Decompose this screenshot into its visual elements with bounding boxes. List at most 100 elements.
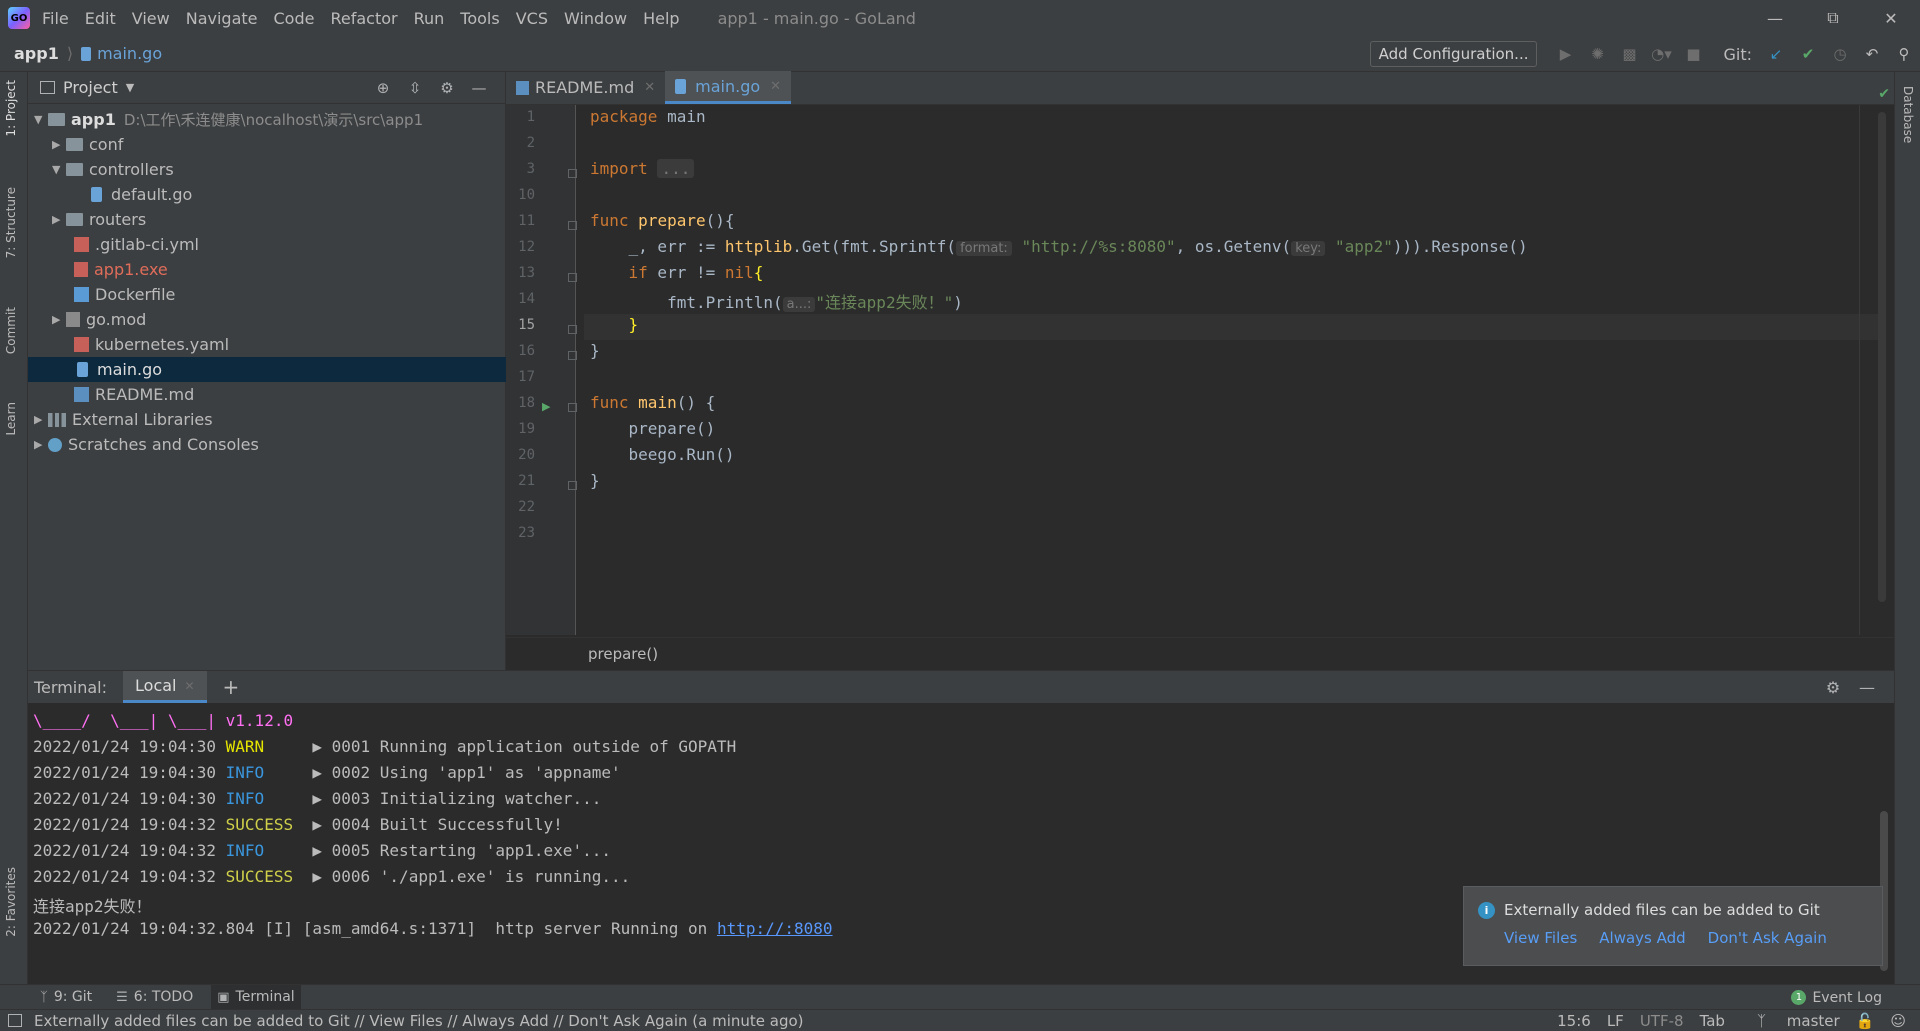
tree-item-external-libraries[interactable]: ▶ External Libraries xyxy=(28,407,506,432)
chevron-down-icon[interactable]: ▼ xyxy=(126,81,134,94)
fold-icon[interactable] xyxy=(568,273,577,282)
tree-item-gitlab-ci[interactable]: .gitlab-ci.yml xyxy=(28,232,506,257)
close-icon[interactable]: ✕ xyxy=(644,80,655,95)
menu-edit[interactable]: Edit xyxy=(85,9,116,28)
tree-item-main-go[interactable]: main.go xyxy=(28,357,506,382)
tab-readme[interactable]: README.md ✕ xyxy=(506,71,665,104)
code-area[interactable]: package main import ... func prepare(){ … xyxy=(584,105,1884,635)
fold-icon[interactable] xyxy=(568,351,577,360)
code-line-1: package main xyxy=(590,107,706,126)
chevron-right-icon[interactable]: ▶ xyxy=(34,413,48,426)
menu-run[interactable]: Run xyxy=(414,9,445,28)
new-terminal-icon[interactable]: + xyxy=(223,675,240,699)
chevron-right-icon[interactable]: ▶ xyxy=(52,313,66,326)
run-icon[interactable]: ▶ xyxy=(1549,45,1581,63)
add-configuration-button[interactable]: Add Configuration... xyxy=(1369,41,1538,67)
menu-vcs[interactable]: VCS xyxy=(516,9,548,28)
chevron-right-icon[interactable]: ▶ xyxy=(52,138,66,151)
menu-navigate[interactable]: Navigate xyxy=(186,9,258,28)
stop-icon[interactable]: ■ xyxy=(1677,45,1709,63)
git-rollback-icon[interactable]: ↶ xyxy=(1856,45,1888,63)
menu-view[interactable]: View xyxy=(132,9,170,28)
tree-item-app1-exe[interactable]: app1.exe xyxy=(28,257,506,282)
minimize-icon[interactable]: — xyxy=(1746,0,1804,36)
tree-item-app1[interactable]: ▼ app1 D:\工作\禾连健康\nocalhost\演示\src\app1 xyxy=(28,107,506,132)
line-separator[interactable]: LF xyxy=(1607,1012,1624,1030)
collapse-all-icon[interactable]: ⇳ xyxy=(399,79,431,97)
chevron-right-icon[interactable]: ▶ xyxy=(34,438,48,451)
chevron-right-icon[interactable]: ▶ xyxy=(52,213,66,226)
tree-item-readme[interactable]: README.md xyxy=(28,382,506,407)
menu-code[interactable]: Code xyxy=(274,9,315,28)
tree-item-go-mod[interactable]: ▶ go.mod xyxy=(28,307,506,332)
hide-icon[interactable]: — xyxy=(1850,678,1884,697)
menu-file[interactable]: File xyxy=(42,9,69,28)
toggle-tool-windows-icon[interactable] xyxy=(8,1014,22,1027)
tree-item-scratches[interactable]: ▶ Scratches and Consoles xyxy=(28,432,506,457)
search-everywhere-icon[interactable]: ⚲ xyxy=(1888,45,1920,63)
menu-help[interactable]: Help xyxy=(643,9,679,28)
tree-item-conf[interactable]: ▶ conf xyxy=(28,132,506,157)
fold-icon[interactable] xyxy=(568,403,577,412)
terminal-tab-local[interactable]: Local ✕ xyxy=(123,671,207,703)
code-breadcrumb[interactable]: prepare() xyxy=(588,645,658,663)
caret-position[interactable]: 15:6 xyxy=(1557,1012,1591,1030)
profile-icon[interactable]: ◔▾ xyxy=(1645,45,1677,63)
editor-scrollbar[interactable] xyxy=(1878,112,1886,602)
menu-refactor[interactable]: Refactor xyxy=(330,9,397,28)
project-tool-tab[interactable]: 1: Project xyxy=(4,80,18,137)
close-icon[interactable]: ✕ xyxy=(770,79,781,94)
tree-item-dockerfile[interactable]: Dockerfile xyxy=(28,282,506,307)
git-branch-widget[interactable]: ᛉ master xyxy=(1741,1012,1840,1030)
git-history-icon[interactable]: ◷ xyxy=(1824,45,1856,63)
tree-item-default-go[interactable]: default.go xyxy=(28,182,506,207)
commit-tool-tab[interactable]: Commit xyxy=(4,307,18,354)
close-icon[interactable]: ✕ xyxy=(1862,0,1920,36)
git-commit-icon[interactable]: ✔ xyxy=(1792,45,1824,63)
locate-icon[interactable]: ⊕ xyxy=(367,79,399,97)
chevron-down-icon[interactable]: ▼ xyxy=(34,113,48,126)
inspection-ok-icon[interactable]: ✔ xyxy=(1878,86,1890,102)
git-update-icon[interactable]: ↙ xyxy=(1760,45,1792,63)
restore-icon[interactable]: ⧉ xyxy=(1804,0,1862,36)
fold-icon[interactable] xyxy=(568,325,577,334)
server-url-link[interactable]: http://:8080 xyxy=(717,919,833,938)
file-encoding[interactable]: UTF-8 xyxy=(1640,1012,1684,1030)
breadcrumb-file[interactable]: main.go xyxy=(97,44,162,63)
tree-item-routers[interactable]: ▶ routers xyxy=(28,207,506,232)
todo-tool-button[interactable]: ☰ 6: TODO xyxy=(110,985,199,1010)
database-tool-tab[interactable]: Database xyxy=(1901,86,1915,143)
tree-item-controllers[interactable]: ▼ controllers xyxy=(28,157,506,182)
chevron-down-icon[interactable]: ▼ xyxy=(52,163,66,176)
close-icon[interactable]: ✕ xyxy=(184,679,194,693)
menu-window[interactable]: Window xyxy=(564,9,627,28)
gear-icon[interactable]: ⚙ xyxy=(431,79,463,97)
folded-imports[interactable]: ... xyxy=(657,159,695,178)
status-message[interactable]: Externally added files can be added to G… xyxy=(34,1012,804,1030)
inspector-icon[interactable]: ☺ xyxy=(1890,1012,1906,1030)
always-add-link[interactable]: Always Add xyxy=(1599,929,1685,947)
project-panel-title[interactable]: Project xyxy=(63,78,118,97)
git-tool-button[interactable]: ᛉ 9: Git xyxy=(34,985,98,1010)
fold-icon[interactable] xyxy=(568,169,577,178)
coverage-icon[interactable]: ▩ xyxy=(1613,45,1645,63)
debug-icon[interactable]: ✺ xyxy=(1581,45,1613,63)
fold-icon[interactable] xyxy=(568,481,577,490)
gear-icon[interactable]: ⚙ xyxy=(1816,678,1850,697)
menu-tools[interactable]: Tools xyxy=(460,9,499,28)
structure-tool-tab[interactable]: 7: Structure xyxy=(4,187,18,258)
tab-main-go[interactable]: main.go ✕ xyxy=(665,71,792,104)
indent-setting[interactable]: Tab xyxy=(1700,1012,1725,1030)
favorites-tool-tab[interactable]: 2: Favorites xyxy=(4,867,18,937)
lock-icon[interactable]: 🔓 xyxy=(1856,1012,1875,1030)
tree-item-kubernetes[interactable]: kubernetes.yaml xyxy=(28,332,506,357)
breadcrumb-project[interactable]: app1 xyxy=(14,44,59,63)
dont-ask-again-link[interactable]: Don't Ask Again xyxy=(1708,929,1827,947)
view-files-link[interactable]: View Files xyxy=(1504,929,1577,947)
event-log-button[interactable]: 1 Event Log xyxy=(1791,985,1882,1010)
run-gutter-icon[interactable]: ▶ xyxy=(542,400,550,413)
terminal-tool-button[interactable]: ▣ Terminal xyxy=(211,984,301,1010)
fold-icon[interactable] xyxy=(568,221,577,230)
hide-icon[interactable]: — xyxy=(463,79,495,97)
learn-tool-tab[interactable]: Learn xyxy=(4,402,18,436)
